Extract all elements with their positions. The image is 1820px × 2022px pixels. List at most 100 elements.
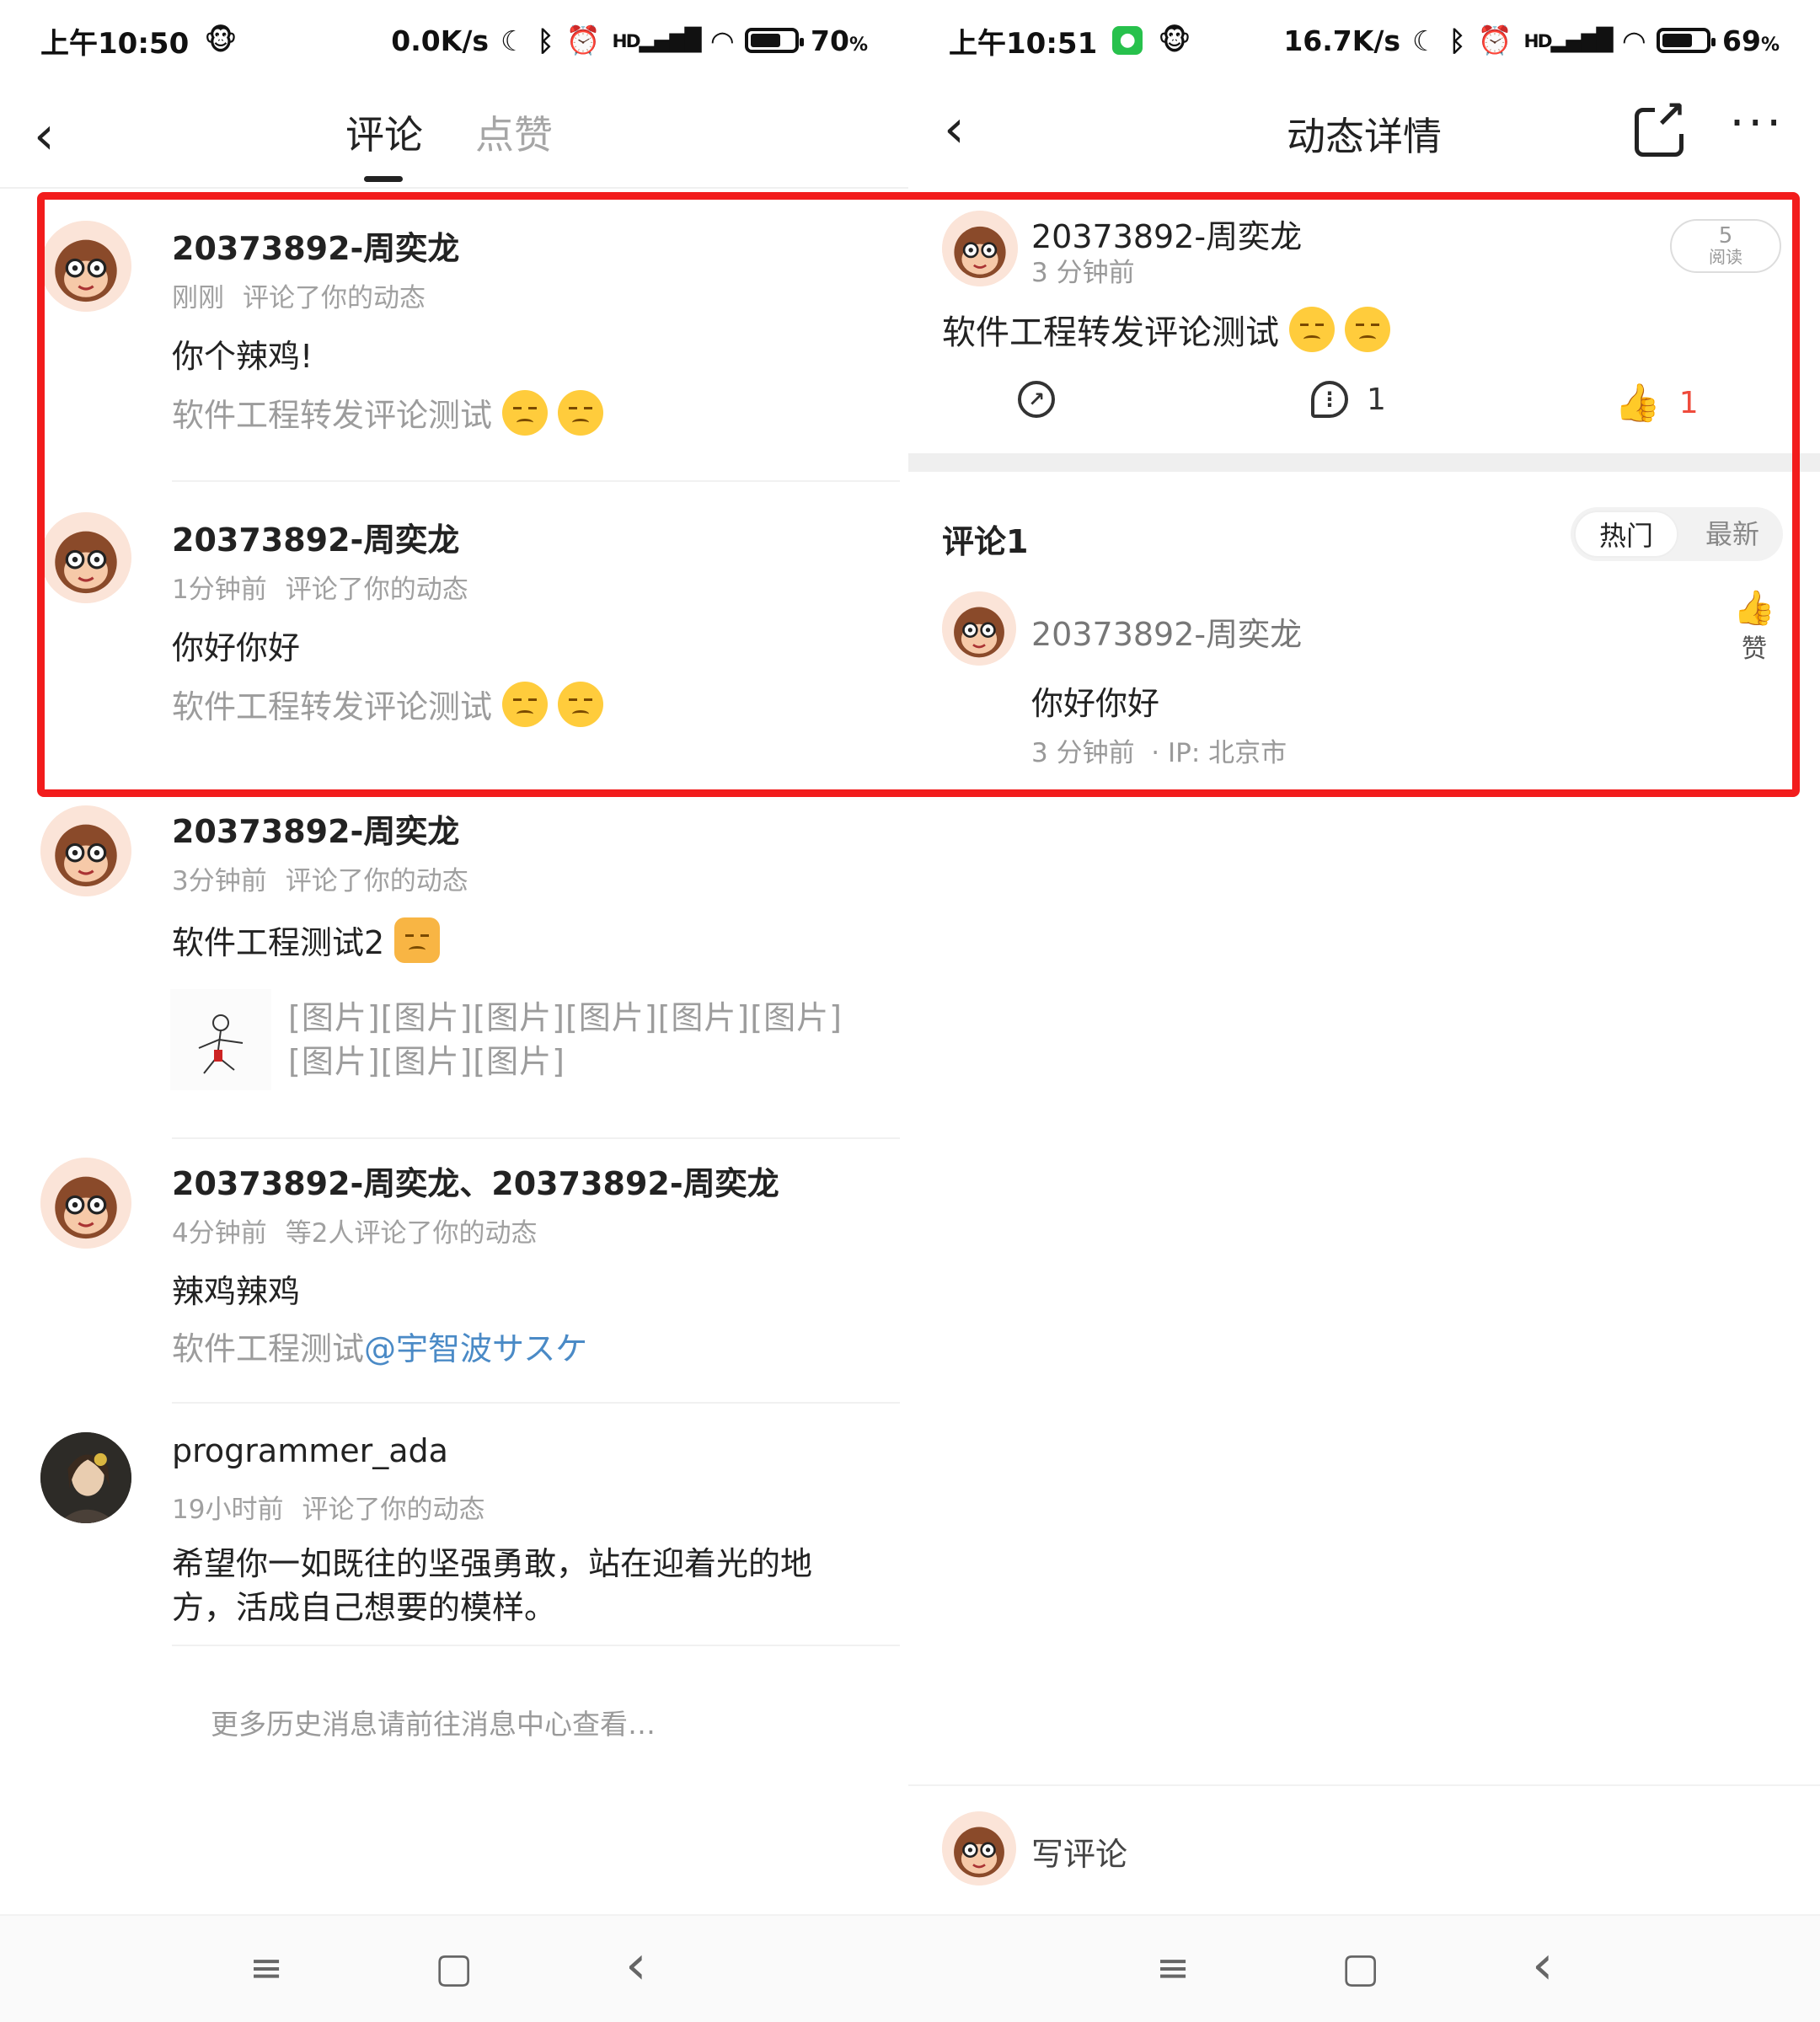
username[interactable]: 20373892-周奕龙 bbox=[172, 514, 459, 560]
header: ‹ 评论 点赞 bbox=[0, 93, 908, 185]
comment-text: 你个辣鸡! bbox=[172, 338, 313, 375]
network-speed: 0.0K/s bbox=[391, 24, 490, 57]
sort-hot-button[interactable]: 热门 bbox=[1574, 511, 1678, 558]
alarm-icon: ⏰ bbox=[1477, 24, 1512, 56]
status-time: 上午10:50 bbox=[40, 26, 190, 61]
comment-sort-toggle: 热门 最新 bbox=[1571, 507, 1783, 561]
divider bbox=[172, 1137, 900, 1139]
home-icon[interactable]: ▢ bbox=[435, 1944, 473, 1992]
wechat-icon: ● bbox=[1112, 26, 1143, 55]
wifi-icon: ◠ bbox=[1623, 24, 1646, 57]
battery-icon bbox=[745, 28, 805, 53]
home-icon[interactable]: ▢ bbox=[1341, 1944, 1379, 1992]
comment-text: 辣鸡辣鸡 bbox=[172, 1273, 301, 1310]
comment-meta: 1分钟前 评论了你的动态 bbox=[172, 575, 468, 605]
username[interactable]: 20373892-周奕龙 bbox=[172, 222, 459, 269]
menu-icon[interactable]: ≡ bbox=[249, 1944, 283, 1992]
avatar[interactable] bbox=[942, 211, 1018, 286]
quoted-post[interactable]: 软件工程测试 @宇智波サスケ bbox=[172, 1323, 587, 1369]
section-divider bbox=[908, 453, 1820, 472]
comment-text: 希望你一如既往的坚强勇敢，站在迎着光的地 方，活成自己想要的模样。 bbox=[172, 1545, 813, 1626]
header-divider bbox=[0, 187, 908, 189]
post-thumbnail[interactable] bbox=[170, 989, 271, 1090]
sort-new-button[interactable]: 最新 bbox=[1682, 507, 1783, 561]
battery-icon bbox=[1657, 28, 1716, 53]
share-icon[interactable] bbox=[1635, 97, 1686, 157]
tab-comments[interactable]: 评论 bbox=[345, 104, 423, 182]
repost-button[interactable]: ↗ bbox=[1018, 381, 1055, 418]
comment-count: 1 bbox=[1367, 382, 1386, 417]
comment-meta: 刚刚 评论了你的动态 bbox=[172, 283, 426, 313]
avatar[interactable] bbox=[40, 221, 131, 312]
sad-emoji-icon bbox=[502, 389, 549, 436]
comment-meta: 19小时前 评论了你的动态 bbox=[172, 1495, 485, 1525]
status-time: 上午10:51 bbox=[949, 26, 1098, 61]
avatar[interactable] bbox=[942, 591, 1016, 666]
comment-meta: 3分钟前 评论了你的动态 bbox=[172, 866, 468, 896]
moon-icon: ☾ bbox=[1412, 24, 1437, 57]
thumbs-up-icon: 👍 bbox=[1733, 589, 1775, 628]
comment-meta: 4分钟前 等2人评论了你的动态 bbox=[172, 1218, 538, 1249]
divider bbox=[172, 1402, 900, 1404]
avatar bbox=[942, 1811, 1016, 1886]
image-placeholders: [图片][图片][图片][图片][图片][图片] [图片][图片][图片] bbox=[288, 999, 843, 1080]
username[interactable]: programmer_ada bbox=[172, 1432, 448, 1469]
avatar[interactable] bbox=[40, 1432, 131, 1523]
thumbs-up-filled-icon: 👍 bbox=[1614, 382, 1661, 425]
system-nav-bar: ≡ ▢ ‹ bbox=[908, 1914, 1820, 2022]
quoted-post[interactable]: 软件工程转发评论测试 bbox=[172, 681, 604, 727]
quoted-post[interactable]: 软件工程转发评论测试 bbox=[172, 389, 604, 436]
network-speed: 16.7K/s bbox=[1283, 24, 1401, 57]
moon-icon: ☾ bbox=[500, 24, 526, 57]
grin-emoji-icon bbox=[394, 917, 441, 963]
comment-button[interactable]: ⋮ 1 bbox=[1311, 381, 1386, 418]
alarm-icon: ⏰ bbox=[565, 24, 601, 56]
system-nav-bar: ≡ ▢ ‹ bbox=[0, 1914, 908, 2022]
avatar[interactable] bbox=[40, 805, 131, 896]
comments-heading: 评论1 bbox=[942, 523, 1029, 560]
battery-percent: 69% bbox=[1722, 24, 1780, 57]
avatar[interactable] bbox=[40, 512, 131, 603]
signal-icon: HD▂▄▆█ bbox=[1523, 28, 1614, 53]
avatar[interactable] bbox=[40, 1158, 131, 1249]
battery-percent: 70% bbox=[811, 24, 868, 57]
like-button[interactable]: 👍 1 bbox=[1614, 381, 1699, 425]
status-bar: 上午10:51 ● 🐵 16.7K/s ☾ ᛒ ⏰ HD▂▄▆█ ◠ 69% bbox=[908, 0, 1820, 81]
comment-icon: ⋮ bbox=[1311, 381, 1348, 418]
username[interactable]: 20373892-周奕龙、20373892-周奕龙 bbox=[172, 1158, 779, 1204]
comment-meta: 3 分钟前 · IP: 北京市 bbox=[1031, 738, 1287, 768]
sad-emoji-icon bbox=[1289, 307, 1335, 352]
nav-back-icon[interactable]: ‹ bbox=[625, 1934, 647, 1997]
divider bbox=[172, 480, 900, 482]
app-notification-icon: 🐵 bbox=[204, 24, 238, 57]
comment-text: 你好你好 bbox=[1031, 685, 1160, 722]
post-detail-screen: 上午10:51 ● 🐵 16.7K/s ☾ ᛒ ⏰ HD▂▄▆█ ◠ 69% ‹… bbox=[908, 0, 1820, 2022]
sad-emoji-icon bbox=[1345, 307, 1390, 352]
sad-emoji-icon bbox=[558, 681, 604, 727]
comment-like-button[interactable]: 👍 赞 bbox=[1729, 588, 1780, 665]
write-comment-input[interactable]: 写评论 bbox=[1031, 1828, 1127, 1875]
more-history-hint[interactable]: 更多历史消息请前往消息中心查看… bbox=[211, 1702, 656, 1742]
wifi-icon: ◠ bbox=[711, 24, 734, 57]
app-notification-icon: 🐵 bbox=[1158, 24, 1191, 57]
repost-icon: ↗ bbox=[1018, 381, 1055, 418]
commenter-name[interactable]: 20373892-周奕龙 bbox=[1031, 608, 1302, 655]
messages-screen: 上午10:50 🐵 0.0K/s ☾ ᛒ ⏰ HD▂▄▆█ ◠ 70% ‹ 评论… bbox=[0, 0, 908, 2022]
sad-emoji-icon bbox=[502, 681, 549, 727]
tab-likes[interactable]: 点赞 bbox=[475, 104, 553, 160]
comment-text: 软件工程测试2 bbox=[172, 917, 441, 963]
post-author[interactable]: 20373892-周奕龙 bbox=[1031, 211, 1302, 257]
read-count-badge: 5 阅读 bbox=[1670, 219, 1781, 273]
menu-icon[interactable]: ≡ bbox=[1156, 1944, 1190, 1992]
nav-back-icon[interactable]: ‹ bbox=[1532, 1934, 1554, 1997]
sad-emoji-icon bbox=[558, 389, 604, 436]
username[interactable]: 20373892-周奕龙 bbox=[172, 805, 459, 852]
more-options-icon[interactable]: ··· bbox=[1730, 96, 1785, 151]
divider bbox=[172, 1645, 900, 1646]
back-button[interactable]: ‹ bbox=[34, 106, 84, 165]
mention-link[interactable]: @宇智波サスケ bbox=[364, 1323, 587, 1369]
like-count: 1 bbox=[1678, 385, 1699, 420]
post-text: 软件工程转发评论测试 bbox=[942, 305, 1390, 354]
comment-text: 你好你好 bbox=[172, 629, 301, 666]
post-time: 3 分钟前 bbox=[1031, 258, 1135, 288]
